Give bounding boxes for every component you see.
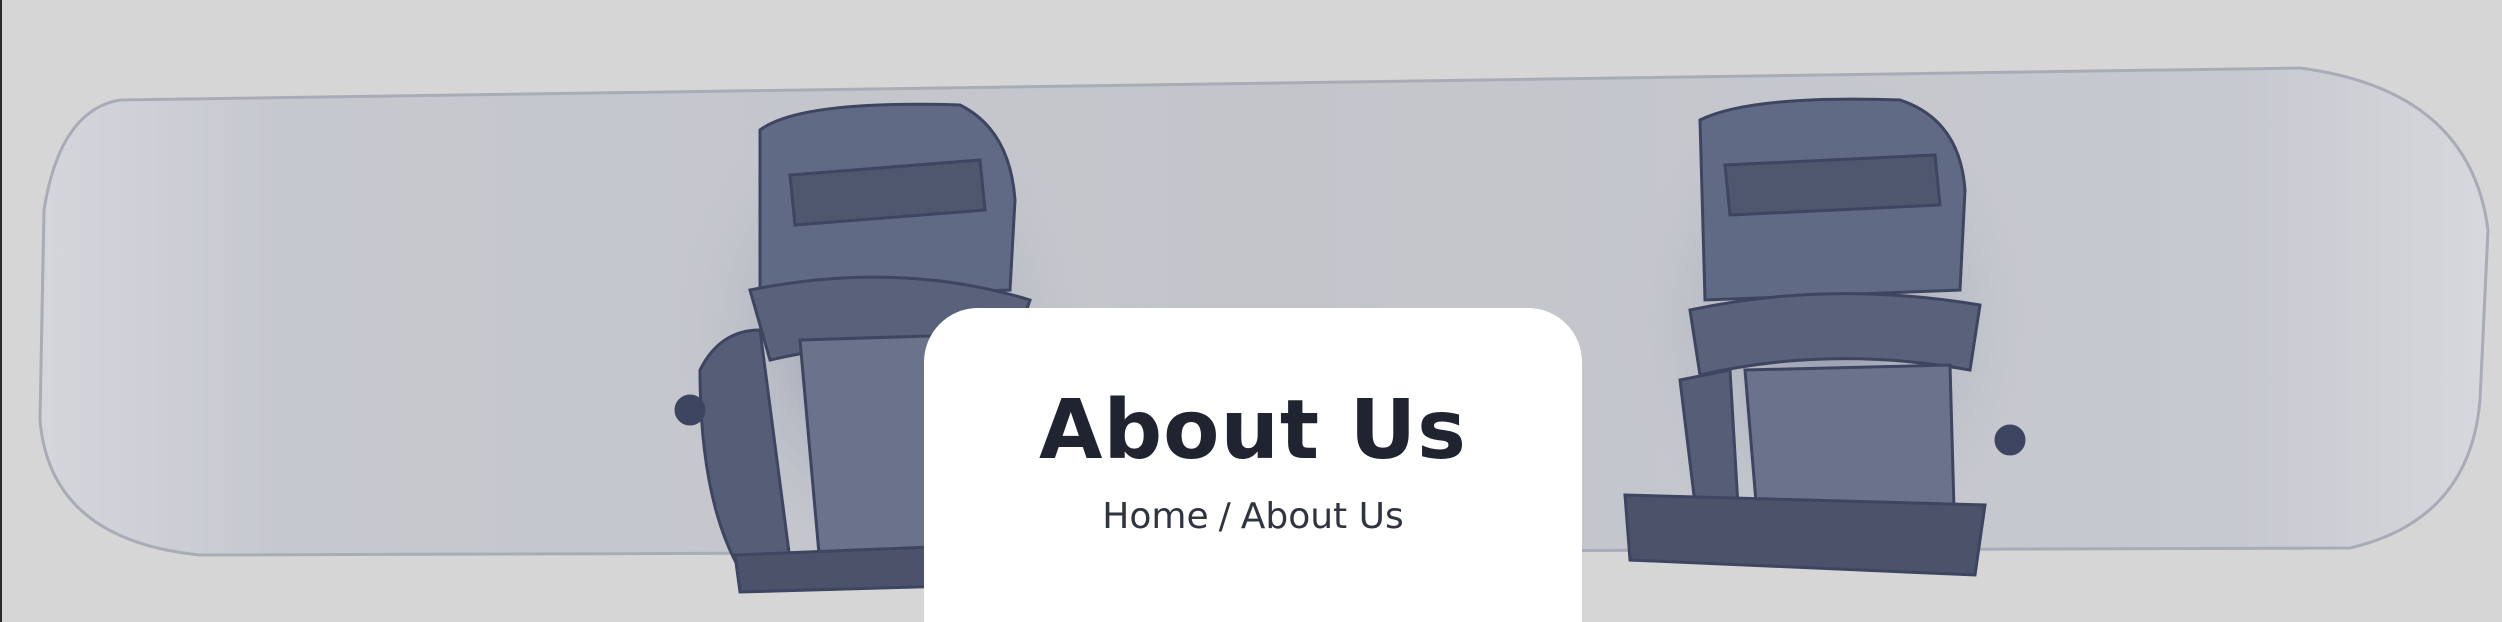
breadcrumb-separator: / bbox=[1218, 496, 1231, 537]
page-title: About Us bbox=[1038, 383, 1467, 478]
page-hero: About Us Home / About Us bbox=[0, 0, 2502, 622]
breadcrumb: Home / About Us bbox=[924, 496, 1582, 537]
hero-title-card: About Us Home / About Us bbox=[924, 308, 1582, 622]
breadcrumb-home-link[interactable]: Home bbox=[1102, 496, 1208, 537]
breadcrumb-current: About Us bbox=[1240, 496, 1404, 537]
